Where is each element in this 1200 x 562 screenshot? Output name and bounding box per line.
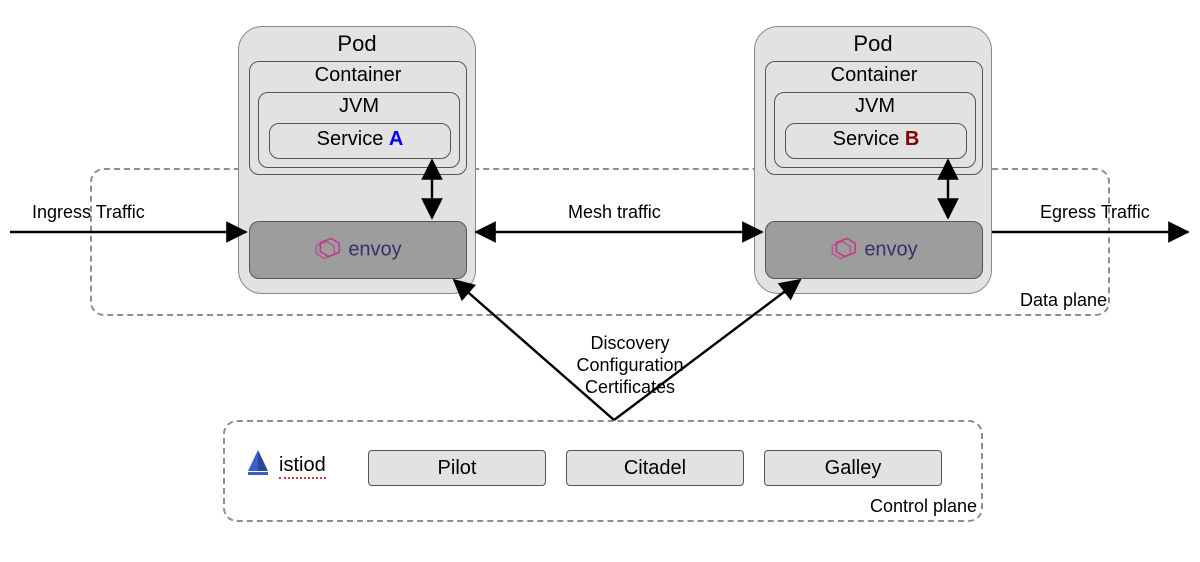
- pod-a-jvm-label: JVM: [259, 95, 459, 118]
- pod-b-title: Pod: [755, 31, 991, 57]
- pod-a-jvm: JVM Service A: [258, 92, 460, 168]
- envoy-a-label: envoy: [348, 239, 401, 262]
- pod-b-service-name: B: [905, 128, 919, 150]
- istio-icon: [245, 449, 271, 484]
- pod-b-container: Container JVM Service B: [765, 61, 983, 175]
- mesh-traffic-label: Mesh traffic: [568, 202, 661, 223]
- ingress-traffic-label: Ingress Traffic: [32, 202, 145, 223]
- pod-b: Pod Container JVM Service B envoy: [754, 26, 992, 294]
- istiod-label: istiod: [279, 454, 326, 479]
- pod-a-service-prefix: Service: [317, 128, 389, 150]
- citadel-label: Citadel: [624, 457, 686, 480]
- galley-box: Galley: [764, 450, 942, 486]
- pod-a-service-name: A: [389, 128, 403, 150]
- control-plane-label: Control plane: [870, 496, 977, 517]
- pod-b-service-prefix: Service: [833, 128, 905, 150]
- pod-b-jvm: JVM Service B: [774, 92, 976, 168]
- discovery-label: Discovery: [565, 333, 695, 354]
- envoy-icon: [314, 236, 342, 265]
- pod-a-service-label: Service A: [270, 128, 450, 151]
- data-plane-label: Data plane: [1020, 290, 1107, 311]
- pod-a-container-label: Container: [250, 64, 466, 87]
- pod-a: Pod Container JVM Service A envoy: [238, 26, 476, 294]
- pod-b-container-label: Container: [766, 64, 982, 87]
- pilot-label: Pilot: [438, 457, 477, 480]
- envoy-a: envoy: [249, 221, 467, 279]
- egress-traffic-label: Egress Traffic: [1040, 202, 1150, 223]
- configuration-label: Configuration: [565, 355, 695, 376]
- citadel-box: Citadel: [566, 450, 744, 486]
- envoy-icon: [830, 236, 858, 265]
- istiod: istiod: [245, 446, 355, 486]
- pod-a-container: Container JVM Service A: [249, 61, 467, 175]
- pod-b-service-label: Service B: [786, 128, 966, 151]
- galley-label: Galley: [825, 457, 882, 480]
- pod-a-title: Pod: [239, 31, 475, 57]
- pod-b-service: Service B: [785, 123, 967, 159]
- pod-b-jvm-label: JVM: [775, 95, 975, 118]
- certificates-label: Certificates: [565, 377, 695, 398]
- pilot-box: Pilot: [368, 450, 546, 486]
- envoy-b: envoy: [765, 221, 983, 279]
- pod-a-service: Service A: [269, 123, 451, 159]
- envoy-b-label: envoy: [864, 239, 917, 262]
